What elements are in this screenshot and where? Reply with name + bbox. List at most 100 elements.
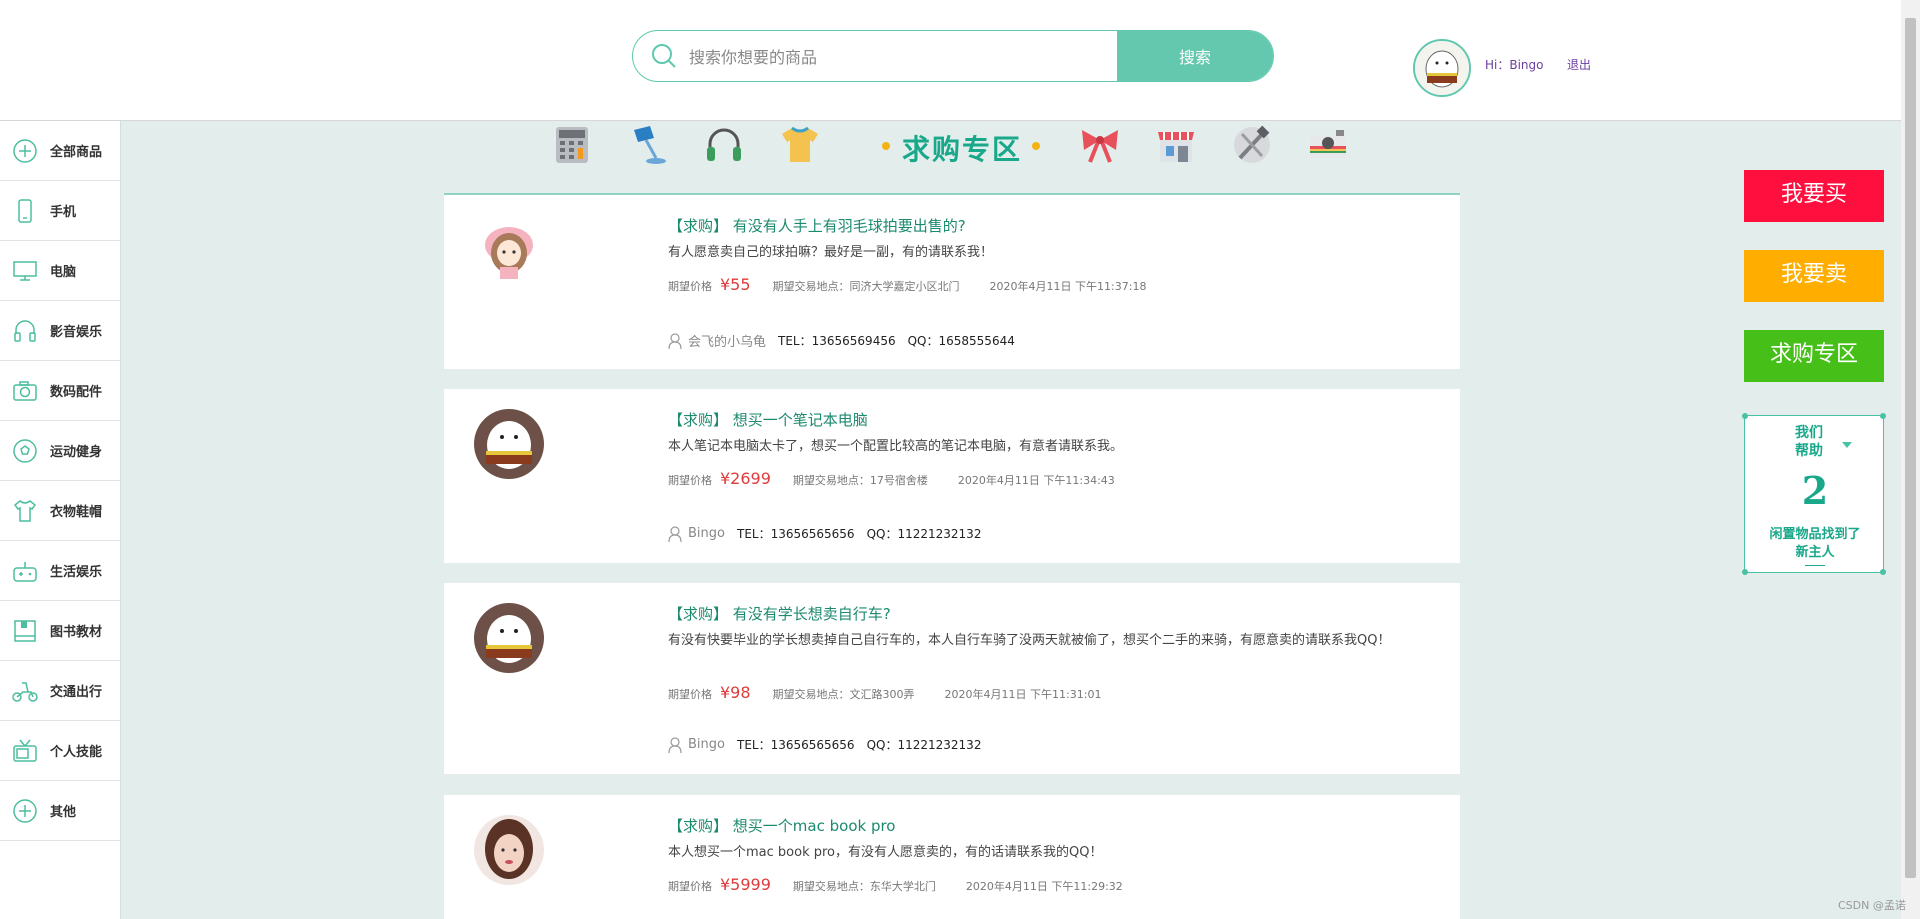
sidebar-item-all[interactable]: 全部商品 (0, 121, 120, 181)
headphones-icon[interactable] (702, 124, 746, 166)
post-contact: Bingo TEL：13656565656 QQ：11221232132 (668, 736, 981, 753)
post-card[interactable]: 【求购】 有没有学长想卖自行车? 有没有快要毕业的学长想卖掉自己自行车的，本人自… (444, 583, 1460, 774)
tools-icon[interactable] (1230, 124, 1274, 166)
bow-icon[interactable] (1078, 124, 1122, 166)
post-time: 2020年4月11日 下午11:34:43 (957, 474, 1115, 487)
post-price: ¥98 (720, 683, 751, 702)
help-count: 2 (1801, 468, 1829, 513)
sidebar-item-label: 电脑 (50, 265, 77, 280)
price-label: 期望价格 (668, 880, 712, 893)
poster-tel: TEL：13656565656 (736, 527, 855, 541)
sidebar-item-label: 衣物鞋帽 (50, 505, 103, 520)
price-label: 期望价格 (668, 688, 712, 701)
search-box: 搜索 (632, 30, 1274, 82)
headphones-icon (10, 316, 40, 346)
bear-avatar-icon (474, 603, 544, 673)
post-location: 东华大学北门 (869, 880, 936, 893)
sidebar-item-computer[interactable]: 电脑 (0, 241, 120, 301)
post-card[interactable]: 【求购】 想买一个mac book pro 本人想买一个mac book pro… (444, 795, 1460, 919)
location-label: 期望交易地点： (772, 688, 850, 701)
scrollbar-thumb[interactable] (1905, 18, 1916, 878)
help-footer-line: 闲置物品找到了 (1769, 527, 1861, 542)
post-location: 文汇路300弄 (849, 688, 915, 701)
page-section-title: 求购专区 (902, 133, 1023, 166)
post-title-text: 想买一个笔记本电脑 (732, 411, 868, 429)
search-icon (652, 44, 676, 68)
triangle-down-icon (1842, 442, 1852, 448)
sidebar-item-digital[interactable]: 数码配件 (0, 361, 120, 421)
sidebar-item-other[interactable]: 其他 (0, 781, 120, 841)
sidebar-item-media[interactable]: 影音娱乐 (0, 301, 120, 361)
poster-avatar (474, 815, 544, 885)
watermark: CSDN @孟诺 (1838, 899, 1906, 912)
post-desc: 本人笔记本电脑太卡了，想买一个配置比较高的笔记本电脑，有意者请联系我。 (668, 439, 1124, 454)
sidebar-item-sports[interactable]: 运动健身 (0, 421, 120, 481)
page-scrollbar[interactable] (1901, 0, 1920, 919)
post-desc: 有人愿意卖自己的球拍嘛？最好是一副，有的请联系我！ (668, 245, 994, 260)
store-icon[interactable] (1154, 124, 1198, 166)
post-card[interactable]: 【求购】 有没有人手上有羽毛球拍要出售的? 有人愿意卖自己的球拍嘛？最好是一副，… (444, 195, 1460, 369)
post-meta: 期望价格 ¥98 期望交易地点：文汇路300弄 2020年4月11日 下午11:31:… (668, 683, 1101, 702)
post-title[interactable]: 【求购】 想买一个笔记本电脑 (668, 409, 868, 430)
want-to-buy-button[interactable]: 我要买 (1744, 170, 1884, 222)
calculator-icon[interactable] (550, 124, 594, 166)
sidebar-item-clothing[interactable]: 衣物鞋帽 (0, 481, 120, 541)
help-footer-line: 新主人 (1795, 545, 1835, 560)
corner-dot (1742, 569, 1748, 575)
post-title-text: 想买一个mac book pro (732, 817, 896, 835)
poster-qq: QQ：1658555644 (907, 334, 1015, 348)
sidebar-item-phone[interactable]: 手机 (0, 181, 120, 241)
person-icon (668, 736, 682, 753)
help-heading: 我们 帮助 (1795, 424, 1823, 460)
poster-qq: QQ：11221232132 (866, 738, 982, 752)
sidebar-item-label: 手机 (50, 205, 77, 220)
post-title[interactable]: 【求购】 有没有人手上有羽毛球拍要出售的? (668, 215, 966, 236)
post-tag: 【求购】 (668, 411, 729, 429)
price-label: 期望价格 (668, 280, 712, 293)
post-desc: 本人想买一个mac book pro，有没有人愿意卖的，有的话请联系我的QQ！ (668, 845, 1103, 860)
post-tag: 【求购】 (668, 817, 729, 835)
user-avatar[interactable] (1413, 39, 1471, 97)
sidebar-item-label: 其他 (50, 805, 77, 820)
corner-dot (1880, 413, 1886, 419)
post-title-text: 有没有人手上有羽毛球拍要出售的? (732, 217, 966, 235)
user-greeting[interactable]: Hi：Bingo (1485, 56, 1544, 73)
post-time: 2020年4月11日 下午11:37:18 (989, 280, 1147, 293)
wanted-zone-button[interactable]: 求购专区 (1744, 330, 1884, 382)
want-to-sell-button[interactable]: 我要卖 (1744, 250, 1884, 302)
post-location: 同济大学嘉定小区北门 (849, 280, 960, 293)
shirt-icon (10, 496, 40, 526)
gamepad-icon (10, 556, 40, 586)
logout-link[interactable]: 退出 (1567, 56, 1591, 73)
help-footer: 闲置物品找到了 新主人 (1745, 526, 1885, 562)
location-label: 期望交易地点： (792, 474, 870, 487)
post-card[interactable]: 【求购】 想买一个笔记本电脑 本人笔记本电脑太卡了，想买一个配置比较高的笔记本电… (444, 389, 1460, 563)
camera-icon[interactable] (1306, 124, 1350, 166)
post-title[interactable]: 【求购】 想买一个mac book pro (668, 815, 895, 836)
scooter-icon (10, 676, 40, 706)
tshirt-icon[interactable] (778, 124, 822, 166)
poster-tel: TEL：13656565656 (736, 738, 855, 752)
sidebar-item-label: 影音娱乐 (50, 325, 103, 340)
post-tag: 【求购】 (668, 605, 729, 623)
search-button[interactable]: 搜索 (1117, 31, 1273, 81)
sidebar-item-books[interactable]: 图书教材 (0, 601, 120, 661)
post-time: 2020年4月11日 下午11:29:32 (965, 880, 1123, 893)
location-label: 期望交易地点： (792, 880, 870, 893)
desk-lamp-icon[interactable] (626, 124, 670, 166)
poster-qq: QQ：11221232132 (866, 527, 982, 541)
sidebar-item-skills[interactable]: 个人技能 (0, 721, 120, 781)
corner-dot (1742, 413, 1748, 419)
sidebar-item-label: 交通出行 (50, 685, 103, 700)
sidebar-item-transport[interactable]: 交通出行 (0, 661, 120, 721)
location-label: 期望交易地点： (772, 280, 850, 293)
post-meta: 期望价格 ¥2699 期望交易地点：17号宿舍楼 2020年4月11日 下午11:34… (668, 469, 1115, 488)
poster-name: Bingo (688, 526, 725, 541)
plus-circle-icon (10, 796, 40, 826)
post-title[interactable]: 【求购】 有没有学长想卖自行车? (668, 603, 891, 624)
sidebar-item-life[interactable]: 生活娱乐 (0, 541, 120, 601)
help-heading-line: 我们 (1795, 425, 1823, 441)
poster-avatar (474, 603, 544, 673)
sidebar-item-label: 运动健身 (50, 445, 103, 460)
category-icon-bar: 求购专区 (550, 122, 1350, 168)
